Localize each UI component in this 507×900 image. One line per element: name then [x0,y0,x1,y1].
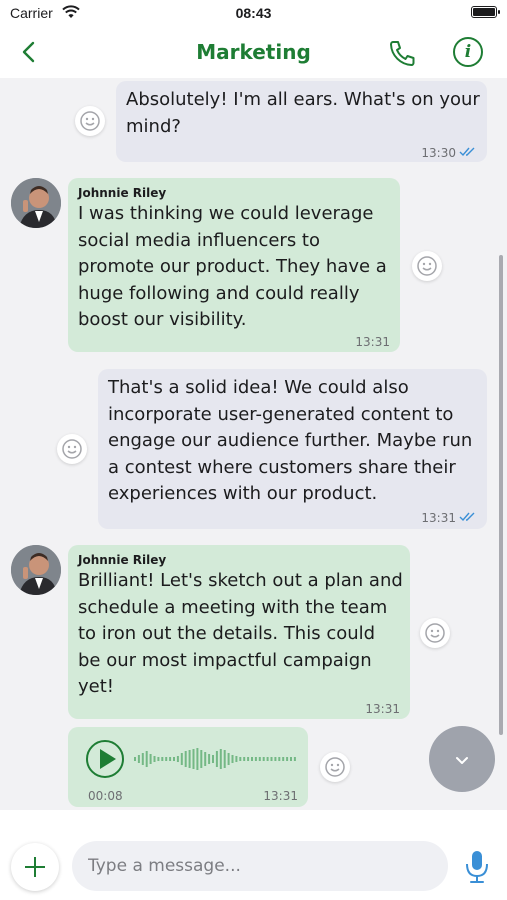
nav-bar: Marketing i [0,28,507,78]
message-bubble[interactable]: Johnnie Riley Brilliant! Let's sketch ou… [68,545,410,719]
scrollbar[interactable] [499,255,503,735]
avatar-photo [11,178,61,228]
chat-area[interactable]: Absolutely! I'm all ears. What's on your… [0,78,507,810]
smiley-icon [417,256,437,276]
avatar-photo [11,545,61,595]
microphone-icon [466,851,488,883]
voice-record-button[interactable] [462,848,492,886]
sender-name: Johnnie Riley [78,553,167,567]
info-icon: i [464,42,472,62]
message-text: That's a solid idea! We could also incor… [108,377,473,504]
voice-message-bubble[interactable]: 00:08 13:31 [68,727,308,807]
reaction-button[interactable] [320,752,350,782]
message-time: 13:31 [365,702,400,716]
message-text: Absolutely! I'm all ears. What's on your… [126,89,480,137]
phone-icon [390,41,415,66]
avatar[interactable] [11,545,61,595]
back-button[interactable] [14,38,44,68]
message-time: 13:31 [421,511,456,525]
message-time: 13:31 [355,335,390,349]
message-bubble[interactable]: That's a solid idea! We could also incor… [98,369,487,529]
info-button[interactable]: i [453,37,483,67]
smiley-icon [62,439,82,459]
message-time: 13:31 [263,789,298,803]
add-attachment-button[interactable] [11,843,59,891]
avatar[interactable] [11,178,61,228]
smiley-icon [80,111,100,131]
sender-name: Johnnie Riley [78,186,167,200]
scroll-down-button[interactable] [429,726,495,792]
reaction-button[interactable] [420,618,450,648]
message-time: 13:30 [421,146,456,160]
message-input[interactable] [72,841,448,891]
smiley-icon [325,757,345,777]
reaction-button[interactable] [57,434,87,464]
conversation-title: Marketing [196,40,311,64]
reaction-button[interactable] [412,251,442,281]
waveform-icon [134,748,296,770]
call-button[interactable] [386,37,418,69]
battery-icon [471,6,500,18]
double-check-icon [459,147,475,157]
double-check-icon [459,512,475,522]
status-time: 08:43 [235,5,272,21]
message-text: Brilliant! Let's sketch out a plan and s… [78,570,403,697]
smiley-icon [425,623,445,643]
message-bubble[interactable]: Absolutely! I'm all ears. What's on your… [116,81,487,162]
message-bubble[interactable]: Johnnie Riley I was thinking we could le… [68,178,400,352]
voice-duration: 00:08 [88,789,123,803]
composer [0,810,507,900]
message-text: I was thinking we could leverage social … [78,203,387,330]
chevron-down-icon [456,757,468,764]
status-bar: Carrier 08:43 [0,0,507,28]
reaction-button[interactable] [75,106,105,136]
chevron-left-icon [22,41,35,63]
play-button[interactable] [86,740,124,778]
